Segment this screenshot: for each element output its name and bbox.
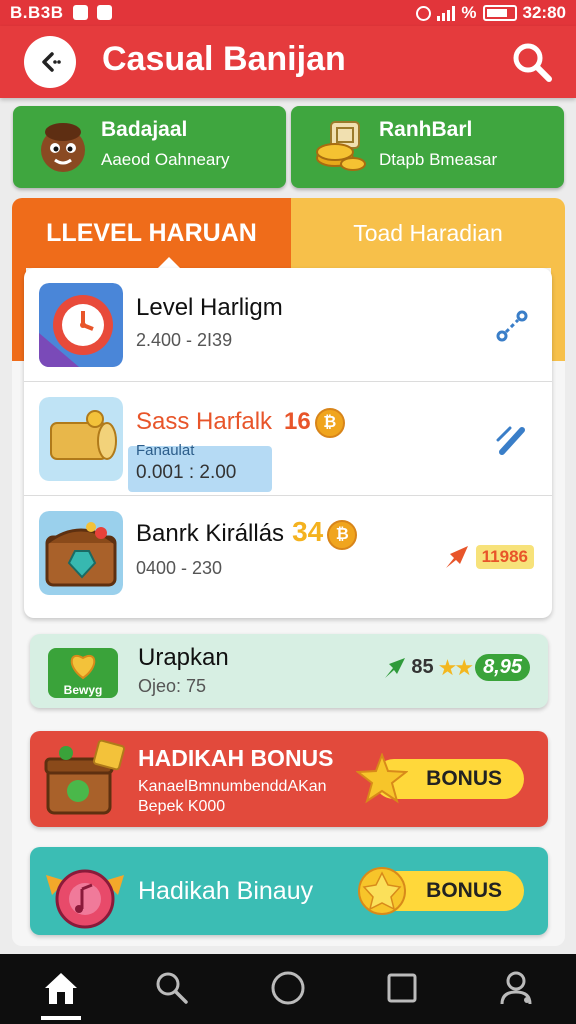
status-left-text: B.B3B: [10, 3, 64, 22]
gift-chest-icon: [44, 739, 125, 815]
top-card-2[interactable]: RanhBarl Dtapb Bmeasar: [291, 106, 564, 188]
bonus-button-label: BONUS: [426, 879, 502, 902]
treasure-chest-icon: [39, 511, 123, 595]
character-icon: [41, 123, 85, 172]
stars-icon: ★★: [437, 654, 474, 680]
app-header: Casual Banijan: [0, 26, 576, 98]
stat-number: 85: [411, 656, 434, 678]
bonus-card-1-subtitle: KanaelBmnumbenddAKan Bepek K000: [138, 777, 327, 817]
back-arrow-icon: [42, 52, 61, 72]
bonus-card-2[interactable]: Hadikah Binauy BONUS: [30, 847, 548, 935]
status-time: 32:80: [522, 3, 566, 22]
alarm-icon: [416, 5, 432, 21]
points-badge: 11986: [475, 545, 534, 569]
list-item-title: Level Harligm: [136, 294, 283, 321]
heart-badge-label: Bewyg: [64, 683, 103, 697]
profile-icon[interactable]: [496, 968, 536, 1008]
highlight-value: 0.001 : 2.00: [136, 462, 237, 483]
coin-icon: ₿: [327, 520, 358, 550]
list-item-title: Banrk Királlás: [136, 520, 285, 547]
list-item-title: Sass Harfalk: [136, 408, 273, 435]
recent-apps-icon[interactable]: [382, 968, 422, 1008]
top-card-1-subtitle: Aaeod Oahneary: [101, 150, 230, 169]
bonus-button[interactable]: BONUS: [356, 753, 524, 804]
list-item-title-row: Banrk Királlás 34 ₿: [136, 516, 358, 550]
search-nav-icon[interactable]: [152, 968, 192, 1008]
bonus-card-2-title: Hadikah Binauy: [138, 877, 314, 905]
list-item[interactable]: Sass Harfalk 16 ₿ Fanaulat 0.001 : 2.00: [24, 382, 552, 496]
tab-accent-right: [551, 268, 565, 361]
back-button[interactable]: [24, 36, 76, 88]
green-arrow-icon: [385, 657, 406, 678]
urapkan-stats: 85 ★★ 8,95: [383, 654, 530, 681]
highlight-label: Fanaulat: [136, 442, 195, 459]
bonus-card-1-subtitle-line2: Bepek K000: [138, 798, 226, 815]
bonus-button[interactable]: BONUS: [358, 867, 524, 915]
list-item[interactable]: Level Harligm 2.400 - 2I39: [24, 268, 552, 382]
home-indicator: [41, 1016, 81, 1020]
top-card-1[interactable]: Badajaal Aaeod Oahneary: [13, 106, 286, 188]
bonus-card-1-subtitle-line1: KanaelBmnumbenddAKan: [138, 778, 327, 795]
urapkan-subtitle: Ojeo: 75: [138, 676, 207, 696]
bonus-card-1[interactable]: HADIKAH BONUS KanaelBmnumbenddAKan Bepek…: [30, 731, 548, 827]
circle-home-icon[interactable]: [268, 968, 308, 1008]
music-badge-icon: [46, 869, 124, 929]
app-notification-icon: [96, 5, 112, 20]
page-title: Casual Banijan: [102, 40, 346, 78]
list-item-number: 16: [284, 408, 311, 435]
urapkan-card[interactable]: Bewyg Urapkan Ojeo: 75 85 ★★ 8,95: [30, 634, 548, 708]
top-card-2-title: RanhBarl: [379, 118, 473, 141]
coin-stack-icon: [316, 121, 366, 171]
tab-level-harian[interactable]: LLEVEL HARUAN: [12, 198, 291, 269]
urapkan-title: Urapkan: [138, 644, 229, 671]
link-icon[interactable]: [492, 306, 532, 346]
search-icon[interactable]: [510, 40, 554, 84]
gem-coin-icon: [358, 867, 406, 915]
coin-icon: ₿: [314, 408, 345, 438]
clock-gear-icon: [39, 283, 123, 367]
top-card-2-subtitle: Dtapb Bmeasar: [379, 150, 498, 169]
list-item-subtitle: 0400 - 230: [136, 558, 223, 578]
top-card-1-title: Badajaal: [101, 118, 188, 141]
bottom-nav-bar: [0, 954, 576, 1024]
points-display[interactable]: 11986: [444, 544, 534, 570]
battery-percent: %: [461, 3, 477, 22]
mail-icon: [72, 5, 88, 20]
battery-icon: [482, 5, 517, 21]
signal-icon: [437, 5, 456, 21]
list-item[interactable]: Banrk Királlás 34 ₿ 0400 - 230 11986: [24, 496, 552, 610]
status-bar: B.B3B % 32:80: [0, 0, 576, 26]
heart-badge-icon: Bewyg: [48, 648, 118, 698]
status-left: B.B3B: [10, 3, 112, 23]
arrow-icon: [445, 546, 468, 568]
list-item-number: 34: [292, 516, 324, 547]
stat-badge: 8,95: [475, 654, 530, 681]
bonus-button-label: BONUS: [426, 767, 502, 790]
list-item-title-row: Sass Harfalk 16 ₿: [136, 408, 345, 438]
pencil-icon[interactable]: [492, 420, 532, 460]
star-icon: [356, 753, 408, 804]
home-icon[interactable]: [41, 968, 81, 1008]
log-icon: [39, 397, 123, 481]
status-right: % 32:80: [416, 3, 566, 23]
tab-toad-haradian[interactable]: Toad Haradian: [291, 198, 565, 268]
level-list: Level Harligm 2.400 - 2I39 Sass Harfalk 1…: [24, 268, 552, 618]
list-item-subtitle: 2.400 - 2I39: [136, 330, 233, 350]
bonus-card-1-title: HADIKAH BONUS: [138, 745, 334, 771]
